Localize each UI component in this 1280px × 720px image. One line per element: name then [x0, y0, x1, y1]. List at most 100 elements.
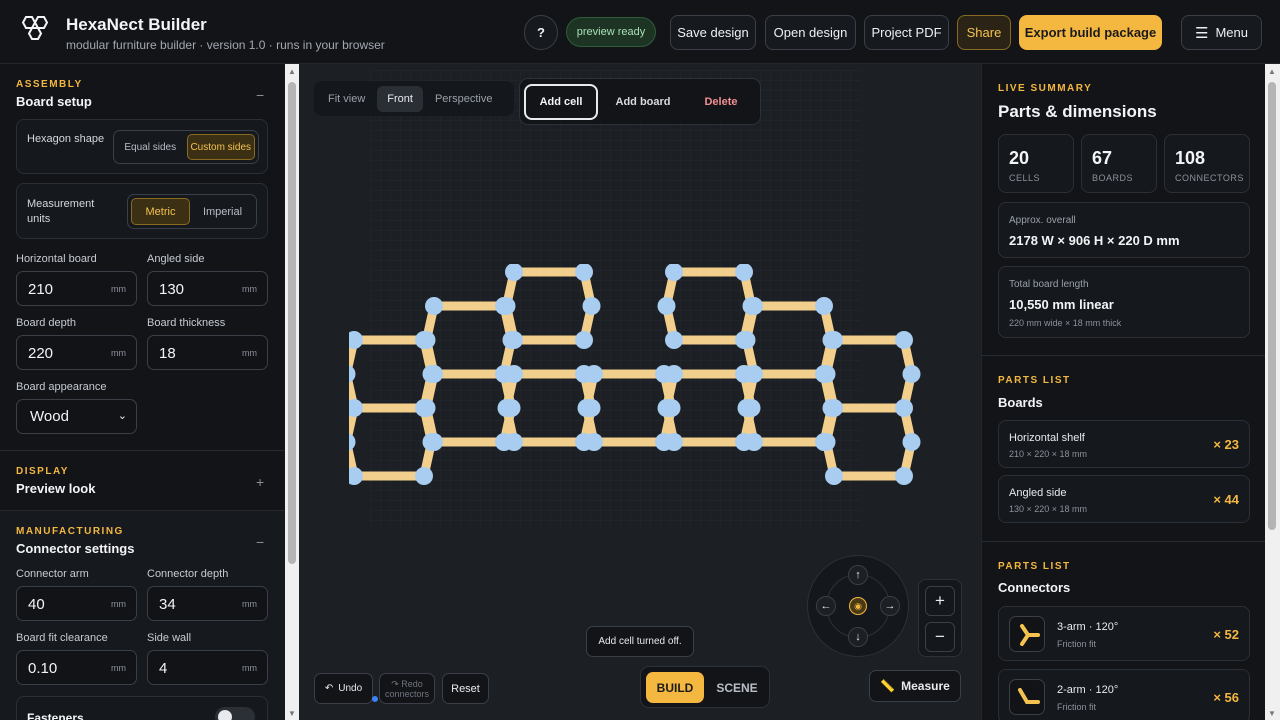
- pan-down-button[interactable]: ↓: [848, 627, 868, 647]
- pan-up-button[interactable]: ↑: [848, 565, 868, 585]
- connector-node[interactable]: [417, 399, 436, 417]
- measure-button[interactable]: 📏 Measure: [869, 670, 961, 702]
- connector-node[interactable]: [737, 331, 756, 349]
- connector-node[interactable]: [349, 365, 356, 383]
- connector-node[interactable]: [425, 365, 443, 383]
- help-button[interactable]: ?: [524, 15, 558, 50]
- connector-node[interactable]: [902, 365, 921, 383]
- connector-node[interactable]: [425, 297, 443, 315]
- redo-button[interactable]: ↷ Redo connectors: [379, 673, 435, 704]
- connector-node[interactable]: [577, 399, 596, 417]
- menu-button[interactable]: ☰ Menu: [1181, 15, 1262, 50]
- connector-node[interactable]: [657, 399, 676, 417]
- scroll-up-icon[interactable]: ▲: [288, 67, 296, 76]
- sidebar-scrollbar[interactable]: ▲ ▼: [285, 64, 299, 720]
- build-mode-button[interactable]: BUILD: [646, 672, 704, 703]
- connector-node[interactable]: [585, 365, 603, 383]
- perspective-view-button[interactable]: Perspective: [425, 86, 502, 112]
- connector-node[interactable]: [349, 399, 363, 417]
- connector-node[interactable]: [575, 331, 593, 349]
- custom-sides-option[interactable]: Custom sides: [186, 134, 255, 160]
- connector-node[interactable]: [902, 433, 921, 451]
- add-cell-tool[interactable]: Add cell: [524, 84, 598, 120]
- sidebar-scroll-thumb[interactable]: [288, 82, 296, 564]
- connector-node[interactable]: [497, 297, 516, 315]
- connector-node[interactable]: [505, 433, 523, 451]
- connector-node[interactable]: [825, 467, 843, 485]
- open-design-button[interactable]: Open design: [765, 15, 856, 50]
- connector-node[interactable]: [817, 433, 836, 451]
- connector-node[interactable]: [505, 331, 523, 349]
- connector-node[interactable]: [415, 467, 433, 485]
- undo-button[interactable]: ↶ Undo: [314, 673, 373, 704]
- horizontal-board-input[interactable]: 210 mm: [16, 271, 137, 306]
- right-panel-scrollbar[interactable]: ▲ ▼: [1265, 64, 1280, 720]
- board-setup-collapse-toggle[interactable]: −: [256, 87, 264, 103]
- export-build-package-button[interactable]: Export build package: [1019, 15, 1162, 50]
- scroll-up-icon[interactable]: ▲: [1268, 67, 1276, 76]
- board-thickness-input[interactable]: 18 mm: [147, 335, 268, 370]
- connector-node[interactable]: [665, 264, 683, 281]
- connector-node[interactable]: [745, 433, 763, 451]
- board-depth-input[interactable]: 220 mm: [16, 335, 137, 370]
- project-pdf-button[interactable]: Project PDF: [864, 15, 949, 50]
- connector-node[interactable]: [665, 433, 683, 451]
- connector-node[interactable]: [575, 264, 593, 281]
- fit-view-button[interactable]: Fit view: [318, 86, 375, 112]
- scroll-down-icon[interactable]: ▼: [1268, 709, 1276, 718]
- eye-icon[interactable]: ◉: [849, 597, 867, 615]
- pan-right-button[interactable]: →: [880, 596, 900, 616]
- connector-node[interactable]: [585, 433, 603, 451]
- connector-node[interactable]: [505, 264, 523, 281]
- connector-node[interactable]: [825, 331, 843, 349]
- connector-node[interactable]: [505, 365, 523, 383]
- reset-button[interactable]: Reset: [442, 673, 489, 704]
- connector-node[interactable]: [349, 331, 363, 349]
- preview-look-title[interactable]: Preview look: [16, 481, 95, 496]
- connector-node[interactable]: [745, 365, 763, 383]
- connector-node[interactable]: [817, 365, 836, 383]
- connector-node[interactable]: [895, 331, 913, 349]
- connector-node[interactable]: [497, 399, 516, 417]
- connector-node[interactable]: [735, 264, 753, 281]
- zoom-out-button[interactable]: −: [925, 622, 955, 652]
- connector-node[interactable]: [895, 467, 913, 485]
- scroll-down-icon[interactable]: ▼: [288, 709, 296, 718]
- connector-node[interactable]: [349, 433, 356, 451]
- connector-node[interactable]: [582, 297, 601, 315]
- angled-side-input[interactable]: 130 mm: [147, 271, 268, 306]
- metric-option[interactable]: Metric: [131, 198, 190, 225]
- connector-node[interactable]: [745, 297, 763, 315]
- connector-node[interactable]: [825, 399, 843, 417]
- connector-node[interactable]: [665, 331, 683, 349]
- pan-left-button[interactable]: ←: [816, 596, 836, 616]
- save-design-button[interactable]: Save design: [670, 15, 756, 50]
- equal-sides-option[interactable]: Equal sides: [117, 134, 184, 160]
- front-view-button[interactable]: Front: [377, 85, 423, 112]
- connector-node[interactable]: [665, 365, 683, 383]
- connector-arm-input[interactable]: 40 mm: [16, 586, 137, 621]
- add-board-tool[interactable]: Add board: [604, 84, 682, 120]
- share-button[interactable]: Share: [957, 15, 1011, 50]
- zoom-in-button[interactable]: +: [925, 586, 955, 616]
- imperial-option[interactable]: Imperial: [193, 198, 252, 225]
- connector-node[interactable]: [417, 331, 436, 349]
- scene-mode-button[interactable]: SCENE: [709, 672, 765, 703]
- build-canvas[interactable]: Fit view Front Perspective Add cell Add …: [299, 64, 981, 720]
- board-fit-clearance-input[interactable]: 0.10 mm: [16, 650, 137, 685]
- connector-settings-collapse-toggle[interactable]: −: [256, 534, 264, 550]
- connector-node[interactable]: [737, 399, 756, 417]
- board-appearance-select[interactable]: Wood ⌄: [16, 399, 137, 434]
- connector-node[interactable]: [349, 467, 363, 485]
- hexagon-shelf-model[interactable]: [349, 264, 939, 524]
- connector-node[interactable]: [815, 297, 833, 315]
- side-wall-input[interactable]: 4 mm: [147, 650, 268, 685]
- connector-node[interactable]: [657, 297, 676, 315]
- preview-look-expand-toggle[interactable]: +: [256, 474, 264, 490]
- fasteners-toggle[interactable]: [215, 707, 255, 720]
- connector-depth-input[interactable]: 34 mm: [147, 586, 268, 621]
- connector-node[interactable]: [425, 433, 443, 451]
- right-scroll-thumb[interactable]: [1268, 82, 1276, 530]
- delete-tool[interactable]: Delete: [686, 84, 756, 120]
- connector-node[interactable]: [895, 399, 913, 417]
